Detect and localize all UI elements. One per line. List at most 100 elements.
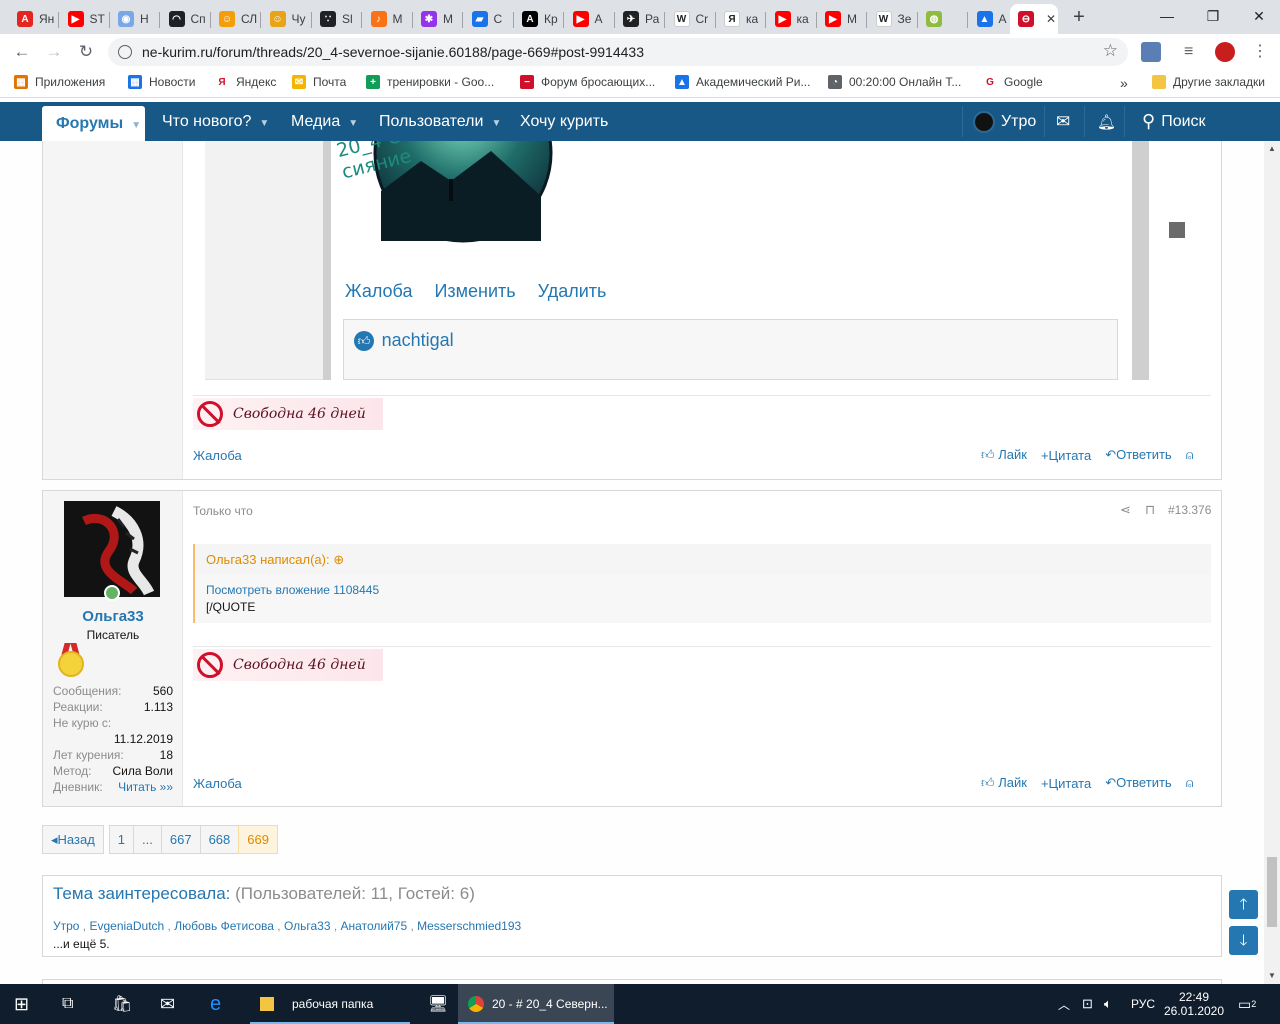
scroll-top-button[interactable]: 🡑 xyxy=(1229,890,1258,919)
inbox-icon[interactable]: ✉ xyxy=(1056,102,1070,141)
browser-tab[interactable]: ◍ xyxy=(918,4,968,34)
bookmark-icon[interactable]: ⊓ xyxy=(1145,502,1155,518)
extension-icon[interactable] xyxy=(1141,42,1161,62)
stop-icon[interactable] xyxy=(1169,222,1185,238)
task-view-icon[interactable]: ⧉ xyxy=(62,984,73,1024)
bookmark-item[interactable]: ▦ Приложения xyxy=(14,75,105,89)
interested-user-link[interactable]: Messerschmied193 xyxy=(417,919,521,933)
report-link[interactable]: Жалоба xyxy=(193,776,242,791)
volume-icon[interactable]: 🔈︎ xyxy=(1104,984,1112,1024)
pagination-page[interactable]: 667 xyxy=(160,825,201,854)
nav-forums[interactable]: Форумы ▼ xyxy=(42,106,145,141)
quote-button[interactable]: +Цитата xyxy=(1041,448,1091,463)
reload-icon[interactable]: ↻ xyxy=(74,40,98,64)
browser-tab[interactable]: ∵ Sl xyxy=(312,4,362,34)
embedded-edit-link[interactable]: Изменить xyxy=(434,281,515,302)
user-icon[interactable]: ⍝ xyxy=(1186,447,1194,463)
browser-tab[interactable]: ▶ М xyxy=(817,4,867,34)
browser-tab[interactable]: ♪ М xyxy=(363,4,413,34)
browser-tab[interactable]: W Cr xyxy=(666,4,716,34)
media-control-icon[interactable]: ≡ xyxy=(1184,42,1204,62)
bookmark-item[interactable]: ◔ 00:20:00 Онлайн Т... xyxy=(828,75,961,89)
quote-button[interactable]: +Цитата xyxy=(1041,776,1091,791)
browser-tab[interactable]: W Зе xyxy=(868,4,918,34)
taskbar-folder[interactable]: рабочая папка xyxy=(250,984,410,1024)
liked-by-link[interactable]: nachtigal xyxy=(382,330,454,350)
chevron-down-icon[interactable]: ▼ xyxy=(491,118,501,129)
nav-whats-new[interactable]: Что нового? ▼ xyxy=(162,102,269,141)
site-info-icon[interactable] xyxy=(118,45,132,59)
scroll-up-arrow-icon[interactable]: ▲ xyxy=(1268,144,1276,153)
bell-icon[interactable]: 🔔︎ xyxy=(1097,102,1116,141)
browser-tab[interactable]: ◠ Сп xyxy=(161,4,211,34)
browser-tab[interactable]: ✈ Ра xyxy=(615,4,665,34)
tray-chevron-icon[interactable]: ︿ xyxy=(1058,984,1070,1024)
share-icon[interactable]: ⋖ xyxy=(1120,502,1131,518)
maximize-button[interactable]: ❐ xyxy=(1190,0,1236,32)
nav-users[interactable]: Пользователи ▼ xyxy=(379,102,501,141)
bookmark-item[interactable]: + тренировки - Goo... xyxy=(366,75,494,89)
nav-account[interactable]: Утро xyxy=(973,102,1036,141)
bookmark-item[interactable]: ▲ Академический Ри... xyxy=(675,75,810,89)
reply-button[interactable]: ↶Ответить xyxy=(1105,775,1171,791)
bookmark-item[interactable]: ✉ Почта xyxy=(292,75,346,89)
post-number[interactable]: #13.376 xyxy=(1168,503,1211,517)
user-icon[interactable]: ⍝ xyxy=(1186,775,1194,791)
chevron-down-icon[interactable]: ▼ xyxy=(131,120,141,131)
like-button[interactable]: 👍︎ Лайк xyxy=(981,775,1027,791)
new-tab-button[interactable]: + xyxy=(1068,6,1090,28)
app-icon[interactable]: 🖥︎ xyxy=(418,984,458,1024)
browser-tab[interactable]: ☺ СЛ xyxy=(211,4,261,34)
diary-link[interactable]: Читать »» xyxy=(118,780,173,794)
windows-start-icon[interactable]: ⊞ xyxy=(14,984,29,1024)
quote-author[interactable]: Ольга33 написал(а): ⊕ xyxy=(195,544,1211,574)
bookmarks-overflow-icon[interactable]: » xyxy=(1120,75,1128,91)
scroll-bottom-button[interactable]: 🡓 xyxy=(1229,926,1258,955)
minimize-button[interactable]: — xyxy=(1144,0,1190,32)
browser-tab[interactable]: A Ян xyxy=(9,4,59,34)
profile-avatar[interactable] xyxy=(1215,42,1235,62)
user-avatar[interactable] xyxy=(64,501,160,597)
nav-want-smoke[interactable]: Хочу курить xyxy=(520,102,608,141)
embedded-report-link[interactable]: Жалоба xyxy=(345,281,412,302)
chevron-down-icon[interactable]: ▼ xyxy=(348,118,358,129)
mail-icon[interactable]: ✉ xyxy=(160,984,175,1024)
bookmark-item[interactable]: ▦ Новости xyxy=(128,75,195,89)
nav-search[interactable]: ⚲ Поиск xyxy=(1142,102,1206,141)
browser-tab[interactable]: ▶ А xyxy=(565,4,615,34)
network-icon[interactable]: ⊡ xyxy=(1082,984,1093,1024)
back-arrow-icon[interactable]: ← xyxy=(10,40,34,64)
embedded-delete-link[interactable]: Удалить xyxy=(538,281,607,302)
pagination-page[interactable]: 1 xyxy=(108,825,135,854)
report-link[interactable]: Жалоба xyxy=(193,448,242,463)
attachment-link[interactable]: Посмотреть вложение 1108445 xyxy=(206,583,1200,597)
interested-user-link[interactable]: Утро xyxy=(53,919,79,933)
like-button[interactable]: 👍︎ Лайк xyxy=(981,447,1027,463)
bookmark-star-icon[interactable]: ☆ xyxy=(1103,41,1118,61)
pagination-page[interactable]: 669 xyxy=(238,825,278,854)
other-bookmarks[interactable]: Другие закладки xyxy=(1152,75,1265,89)
interested-user-link[interactable]: Любовь Фетисова xyxy=(174,919,274,933)
close-window-button[interactable]: ✕ xyxy=(1236,0,1280,32)
interested-user-link[interactable]: Анатолий75 xyxy=(341,919,408,933)
pagination-page[interactable]: 668 xyxy=(199,825,240,854)
browser-tab[interactable]: ⊖ ✕ xyxy=(1010,4,1058,34)
address-bar[interactable]: ne-kurim.ru/forum/threads/20_4-severnoe-… xyxy=(108,38,1128,66)
edge-icon[interactable]: e xyxy=(210,984,221,1024)
username-link[interactable]: Ольга33 xyxy=(43,608,183,625)
bookmark-item[interactable]: − Форум бросающих... xyxy=(520,75,655,89)
browser-tab[interactable]: ◉ Н xyxy=(110,4,160,34)
pagination-ellipsis[interactable]: ... xyxy=(133,825,162,854)
store-icon[interactable]: 🛍︎ xyxy=(112,984,132,1024)
post-time[interactable]: Только что xyxy=(193,504,253,518)
clock[interactable]: 22:49 26.01.2020 xyxy=(1164,984,1224,1024)
notifications-icon[interactable]: ▭ 2 xyxy=(1238,984,1256,1024)
browser-tab[interactable]: Яка xyxy=(716,4,766,34)
nav-media[interactable]: Медиа ▼ xyxy=(291,102,358,141)
chevron-down-icon[interactable]: ▼ xyxy=(259,118,269,129)
pagination-prev[interactable]: ◂Назад xyxy=(42,825,104,854)
browser-tab[interactable]: A Кр xyxy=(514,4,564,34)
browser-tab[interactable]: ▶ ка xyxy=(767,4,817,34)
scroll-down-arrow-icon[interactable]: ▼ xyxy=(1268,971,1276,980)
interested-user-link[interactable]: Ольга33 xyxy=(284,919,331,933)
